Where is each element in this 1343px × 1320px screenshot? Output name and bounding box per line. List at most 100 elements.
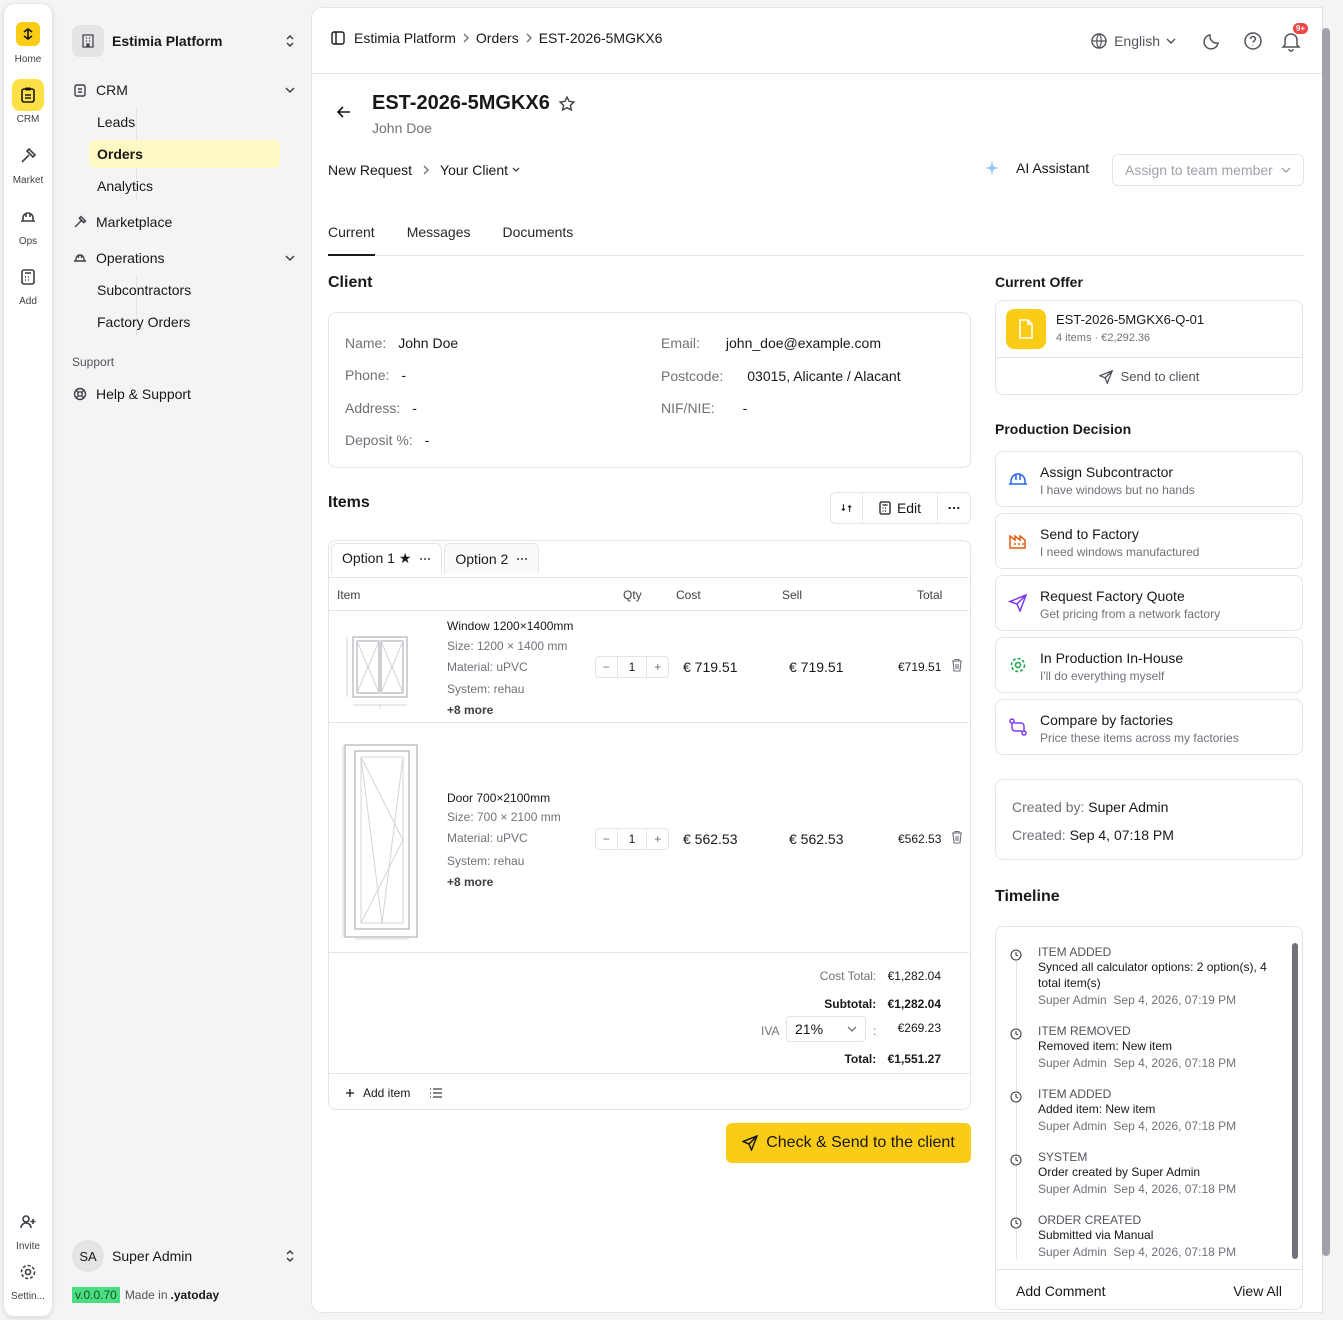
hammer-icon: [12, 140, 44, 172]
language-select[interactable]: English: [1090, 32, 1176, 50]
arrows-swap-icon: [841, 504, 852, 512]
trash-icon[interactable]: [951, 830, 963, 844]
iva-amount: €269.23: [897, 1021, 941, 1035]
nav-marketplace[interactable]: Marketplace: [72, 208, 296, 236]
breadcrumb-workspace[interactable]: Estimia Platform: [354, 30, 456, 46]
iva-rate-select[interactable]: 21%: [786, 1016, 866, 1042]
nav-crm[interactable]: CRM: [72, 76, 296, 104]
tab-current[interactable]: Current: [328, 218, 375, 256]
quantity-value[interactable]: 1: [616, 657, 648, 677]
add-item-button[interactable]: Add item: [345, 1086, 410, 1100]
rail-crm[interactable]: CRM: [4, 79, 52, 125]
gear-icon: [12, 1256, 44, 1288]
breadcrumb-orders[interactable]: Orders: [476, 30, 519, 46]
trash-icon[interactable]: [951, 658, 963, 672]
calculator-icon: [879, 501, 891, 515]
main-panel: Estimia Platform Orders EST-2026-5MGKX6 …: [312, 8, 1322, 1312]
chevron-down-icon: [1281, 167, 1291, 173]
nav-analytics[interactable]: Analytics: [89, 172, 280, 200]
list-icon[interactable]: [430, 1087, 443, 1098]
page-scrollbar[interactable]: [1322, 28, 1330, 1256]
tab-documents[interactable]: Documents: [503, 218, 574, 256]
item-more-link[interactable]: +8 more: [447, 875, 493, 889]
items-table-header: Item Qty Cost Sell Total: [329, 577, 969, 611]
send-to-factory-option[interactable]: Send to Factory I need windows manufactu…: [995, 513, 1303, 569]
rail-market[interactable]: Market: [4, 140, 52, 186]
rail-add[interactable]: Add: [4, 261, 52, 307]
assign-subcontractor-option[interactable]: Assign Subcontractor I have windows but …: [995, 451, 1303, 507]
request-factory-quote-option[interactable]: Request Factory Quote Get pricing from a…: [995, 575, 1303, 631]
check-send-button[interactable]: Check & Send to the client: [726, 1123, 971, 1163]
star-icon[interactable]: [558, 94, 576, 113]
icon-rail: Home CRM Market Ops Add Invite Settin...: [4, 4, 52, 1316]
item-more-link[interactable]: +8 more: [447, 703, 493, 717]
nav-subcontractors[interactable]: Subcontractors: [89, 276, 280, 304]
user-menu[interactable]: SA Super Admin: [72, 1240, 296, 1272]
nav-operations[interactable]: Operations: [72, 244, 296, 272]
help-circle-icon[interactable]: [1240, 28, 1266, 54]
flow-step-your-client[interactable]: Your Client: [440, 162, 508, 178]
more-horizontal-icon: [948, 506, 960, 510]
brand-link[interactable]: .yatoday: [171, 1288, 220, 1302]
moon-icon[interactable]: [1200, 28, 1226, 54]
nav-factory-orders[interactable]: Factory Orders: [89, 308, 280, 336]
nav-orders[interactable]: Orders: [89, 140, 280, 168]
option-tab-2[interactable]: Option 2: [444, 543, 540, 573]
decrement-button[interactable]: −: [596, 829, 617, 849]
send-to-client-button[interactable]: Send to client: [996, 357, 1302, 395]
nav-help-support[interactable]: Help & Support: [72, 380, 296, 408]
timeline-scrollbar[interactable]: [1292, 943, 1298, 1259]
nav-leads[interactable]: Leads: [89, 108, 280, 136]
add-comment-button[interactable]: Add Comment: [1016, 1283, 1105, 1299]
offer-id[interactable]: EST-2026-5MGKX6-Q-01: [1056, 312, 1204, 327]
item-sell: € 719.51: [789, 659, 844, 675]
item-cost: € 562.53: [683, 831, 738, 847]
client-deposit-field: Deposit %: -: [345, 432, 430, 448]
in-production-in-house-option[interactable]: In Production In-House I'll do everythin…: [995, 637, 1303, 693]
client-email-field: Email: john_doe@example.com: [661, 335, 881, 351]
client-heading: Client: [328, 274, 373, 291]
table-row: Door 700×2100mm Size: 700 × 2100 mm Mate…: [329, 723, 969, 953]
compare-by-factories-option[interactable]: Compare by factories Price these items a…: [995, 699, 1303, 755]
quantity-stepper: − 1 +: [595, 656, 669, 678]
chevrons-updown-icon: [286, 34, 294, 48]
decrement-button[interactable]: −: [596, 657, 617, 677]
production-heading: Production Decision: [995, 421, 1132, 437]
items-more-button[interactable]: [938, 493, 970, 523]
calculator-icon: [12, 261, 44, 293]
option-tabs: Option 1 ★ Option 2: [329, 541, 541, 575]
notifications-button[interactable]: 9+: [1280, 23, 1308, 53]
flow-step-new-request[interactable]: New Request: [328, 162, 412, 178]
quantity-value[interactable]: 1: [616, 829, 648, 849]
increment-button[interactable]: +: [647, 657, 668, 677]
back-arrow-icon[interactable]: [336, 104, 352, 120]
breadcrumb: Estimia Platform Orders EST-2026-5MGKX6: [330, 30, 662, 46]
globe-icon: [1091, 33, 1107, 49]
item-sell: € 562.53: [789, 831, 844, 847]
rail-invite[interactable]: Invite: [4, 1206, 52, 1252]
workspace-switcher[interactable]: Estimia Platform: [72, 24, 296, 58]
increment-button[interactable]: +: [647, 829, 668, 849]
rail-settings[interactable]: Settin...: [4, 1256, 52, 1302]
rail-home[interactable]: Home: [4, 22, 52, 65]
more-horizontal-icon[interactable]: [419, 557, 431, 561]
version-info: v.0.0.70 Made in .yatoday: [72, 1287, 219, 1303]
sync-button[interactable]: [831, 493, 863, 523]
chevrons-updown-icon: [286, 1249, 294, 1263]
assign-team-member-select[interactable]: Assign to team member: [1112, 154, 1304, 186]
more-horizontal-icon[interactable]: [516, 557, 528, 561]
edit-items-button[interactable]: Edit: [863, 493, 938, 523]
rail-ops[interactable]: Ops: [4, 201, 52, 247]
top-bar: Estimia Platform Orders EST-2026-5MGKX6 …: [312, 8, 1322, 74]
timeline-footer: Add Comment View All: [996, 1269, 1302, 1309]
sidebar-toggle-icon[interactable]: [330, 30, 346, 46]
hard-hat-icon: [12, 201, 44, 233]
send-icon: [1008, 594, 1028, 612]
items-card: Option 1 ★ Option 2 Item Qty Cost Sell T…: [328, 540, 971, 1110]
clock-icon: [1010, 1028, 1022, 1040]
col-qty: Qty: [623, 588, 642, 602]
tab-messages[interactable]: Messages: [407, 218, 471, 256]
view-all-button[interactable]: View All: [1233, 1283, 1282, 1299]
option-tab-1[interactable]: Option 1 ★: [331, 543, 443, 573]
ai-assistant-button[interactable]: AI Assistant: [984, 160, 1089, 176]
